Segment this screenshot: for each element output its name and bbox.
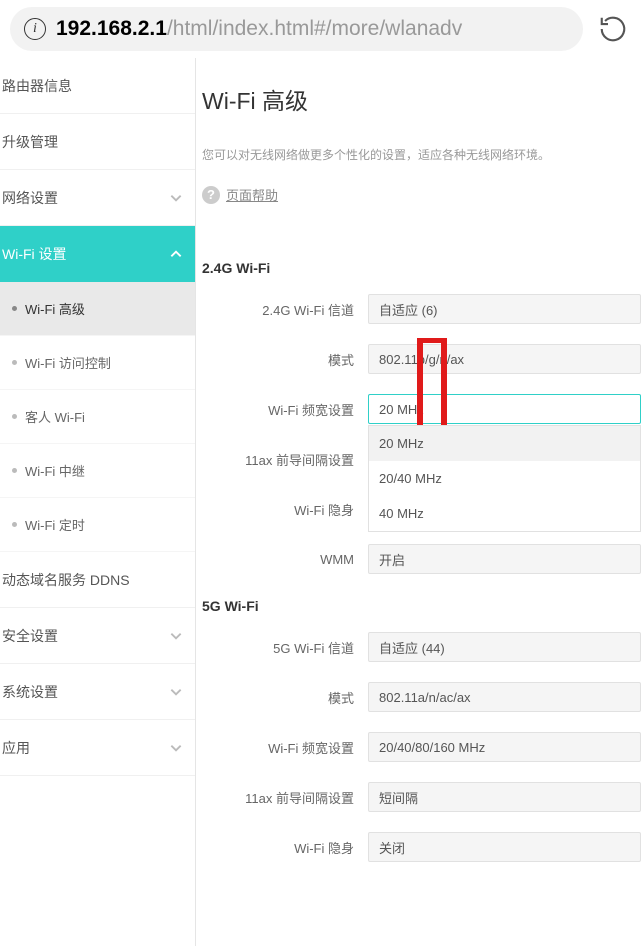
field-24g-bandwidth: Wi-Fi 频宽设置 20 MHz 20 MHz 20/40 MHz 40 MH… [196, 394, 641, 424]
field-label: 模式 [196, 350, 368, 369]
sidebar-item-routerinfo[interactable]: 路由器信息 [0, 58, 195, 114]
sidebar-item-upgrade[interactable]: 升级管理 [0, 114, 195, 170]
select-24g-mode[interactable]: 802.11b/g/n/ax [368, 344, 641, 374]
select-value: 20/40/80/160 MHz [379, 740, 485, 755]
bullet-icon [12, 414, 17, 419]
select-5g-bandwidth[interactable]: 20/40/80/160 MHz [368, 732, 641, 762]
sidebar-sub-label: Wi-Fi 访问控制 [25, 353, 111, 372]
bullet-icon [12, 522, 17, 527]
select-24g-channel[interactable]: 自适应 (6) [368, 294, 641, 324]
sidebar-sub-wifi-guest[interactable]: 客人 Wi-Fi [0, 390, 195, 444]
select-value: 自适应 (6) [379, 300, 438, 319]
sidebar-item-ddns[interactable]: 动态域名服务 DDNS [0, 552, 195, 608]
sidebar-sub-wifi-repeat[interactable]: Wi-Fi 中继 [0, 444, 195, 498]
select-value: 20 MHz [379, 402, 424, 417]
address-bar: i 192.168.2.1/html/index.html#/more/wlan… [0, 0, 641, 58]
page-desc: 您可以对无线网络做更多个性化的设置，适应各种无线网络环境。 [196, 146, 641, 163]
select-value: 开启 [379, 550, 405, 569]
page-title: Wi-Fi 高级 [196, 82, 641, 116]
field-label: 2.4G Wi-Fi 信道 [196, 300, 368, 319]
sidebar-item-label: Wi-Fi 设置 [0, 244, 67, 264]
select-value: 关闭 [379, 838, 405, 857]
sidebar-item-network[interactable]: 网络设置 [0, 170, 195, 226]
field-5g-bandwidth: Wi-Fi 频宽设置 20/40/80/160 MHz [196, 732, 641, 762]
section-5g-title: 5G Wi-Fi [196, 598, 641, 614]
sidebar-item-wifi[interactable]: Wi-Fi 设置 [0, 226, 195, 282]
field-label: Wi-Fi 隐身 [196, 500, 368, 519]
field-label: WMM [196, 552, 368, 567]
section-24g-title: 2.4G Wi-Fi [196, 260, 641, 276]
sidebar-sub-wifi-timer[interactable]: Wi-Fi 定时 [0, 498, 195, 552]
field-label: Wi-Fi 隐身 [196, 838, 368, 857]
main-panel: Wi-Fi 高级 您可以对无线网络做更多个性化的设置，适应各种无线网络环境。 ?… [196, 58, 641, 946]
field-label: 11ax 前导间隔设置 [196, 450, 368, 469]
sidebar-item-label: 升级管理 [0, 132, 58, 152]
select-24g-wmm[interactable]: 开启 [368, 544, 641, 574]
select-value: 802.11a/n/ac/ax [379, 690, 471, 705]
sidebar-sub-label: 客人 Wi-Fi [25, 407, 85, 426]
select-5g-gi[interactable]: 短间隔 [368, 782, 641, 812]
url-host: 192.168.2.1 [56, 17, 167, 41]
chevron-down-icon [169, 685, 183, 699]
page-help-link[interactable]: ? 页面帮助 [196, 185, 641, 204]
reload-icon[interactable] [595, 11, 631, 47]
chevron-down-icon [169, 629, 183, 643]
select-value: 短间隔 [379, 788, 418, 807]
select-5g-mode[interactable]: 802.11a/n/ac/ax [368, 682, 641, 712]
page-help-label: 页面帮助 [226, 185, 278, 204]
bullet-icon [12, 468, 17, 473]
field-5g-gi: 11ax 前导间隔设置 短间隔 [196, 782, 641, 812]
chevron-down-icon [169, 741, 183, 755]
sidebar-item-label: 应用 [0, 738, 30, 758]
field-label: 11ax 前导间隔设置 [196, 788, 368, 807]
bullet-icon [12, 360, 17, 365]
help-icon: ? [202, 186, 220, 204]
url-field[interactable]: i 192.168.2.1/html/index.html#/more/wlan… [10, 7, 583, 51]
field-label: Wi-Fi 频宽设置 [196, 738, 368, 757]
sidebar-sub-label: Wi-Fi 高级 [25, 299, 85, 318]
sidebar-item-label: 系统设置 [0, 682, 58, 702]
select-value: 802.11b/g/n/ax [379, 352, 464, 367]
sidebar-item-label: 安全设置 [0, 626, 58, 646]
select-5g-channel[interactable]: 自适应 (44) [368, 632, 641, 662]
select-5g-hide[interactable]: 关闭 [368, 832, 641, 862]
sidebar-item-label: 网络设置 [0, 188, 58, 208]
field-24g-wmm: WMM 开启 [196, 544, 641, 574]
sidebar-sub-label: Wi-Fi 中继 [25, 461, 85, 480]
sidebar-item-label: 路由器信息 [0, 76, 72, 96]
sidebar: 路由器信息 升级管理 网络设置 Wi-Fi 设置 Wi-Fi 高级 Wi-Fi … [0, 58, 196, 946]
url-rest: /html/index.html#/more/wlanadv [167, 17, 462, 41]
dropdown-option[interactable]: 20/40 MHz [369, 461, 640, 496]
field-24g-mode: 模式 802.11b/g/n/ax [196, 344, 641, 374]
sidebar-sub-wifi-advanced[interactable]: Wi-Fi 高级 [0, 282, 195, 336]
dropdown-24g-bandwidth: 20 MHz 20/40 MHz 40 MHz [368, 425, 641, 532]
field-5g-hide: Wi-Fi 隐身 关闭 [196, 832, 641, 862]
select-24g-bandwidth[interactable]: 20 MHz 20 MHz 20/40 MHz 40 MHz [368, 394, 641, 424]
field-5g-mode: 模式 802.11a/n/ac/ax [196, 682, 641, 712]
select-value: 自适应 (44) [379, 638, 445, 657]
sidebar-item-security[interactable]: 安全设置 [0, 608, 195, 664]
dropdown-option[interactable]: 20 MHz [369, 426, 640, 461]
field-5g-channel: 5G Wi-Fi 信道 自适应 (44) [196, 632, 641, 662]
info-icon: i [24, 18, 46, 40]
field-label: 模式 [196, 688, 368, 707]
field-label: Wi-Fi 频宽设置 [196, 400, 368, 419]
chevron-down-icon [169, 191, 183, 205]
sidebar-item-apps[interactable]: 应用 [0, 720, 195, 776]
sidebar-sub-wifi-acl[interactable]: Wi-Fi 访问控制 [0, 336, 195, 390]
content: 路由器信息 升级管理 网络设置 Wi-Fi 设置 Wi-Fi 高级 Wi-Fi … [0, 58, 641, 946]
field-label: 5G Wi-Fi 信道 [196, 638, 368, 657]
sidebar-sub-label: Wi-Fi 定时 [25, 515, 85, 534]
field-24g-channel: 2.4G Wi-Fi 信道 自适应 (6) [196, 294, 641, 324]
sidebar-item-label: 动态域名服务 DDNS [0, 570, 130, 590]
bullet-icon [12, 306, 17, 311]
sidebar-item-system[interactable]: 系统设置 [0, 664, 195, 720]
chevron-up-icon [169, 247, 183, 261]
dropdown-option[interactable]: 40 MHz [369, 496, 640, 531]
